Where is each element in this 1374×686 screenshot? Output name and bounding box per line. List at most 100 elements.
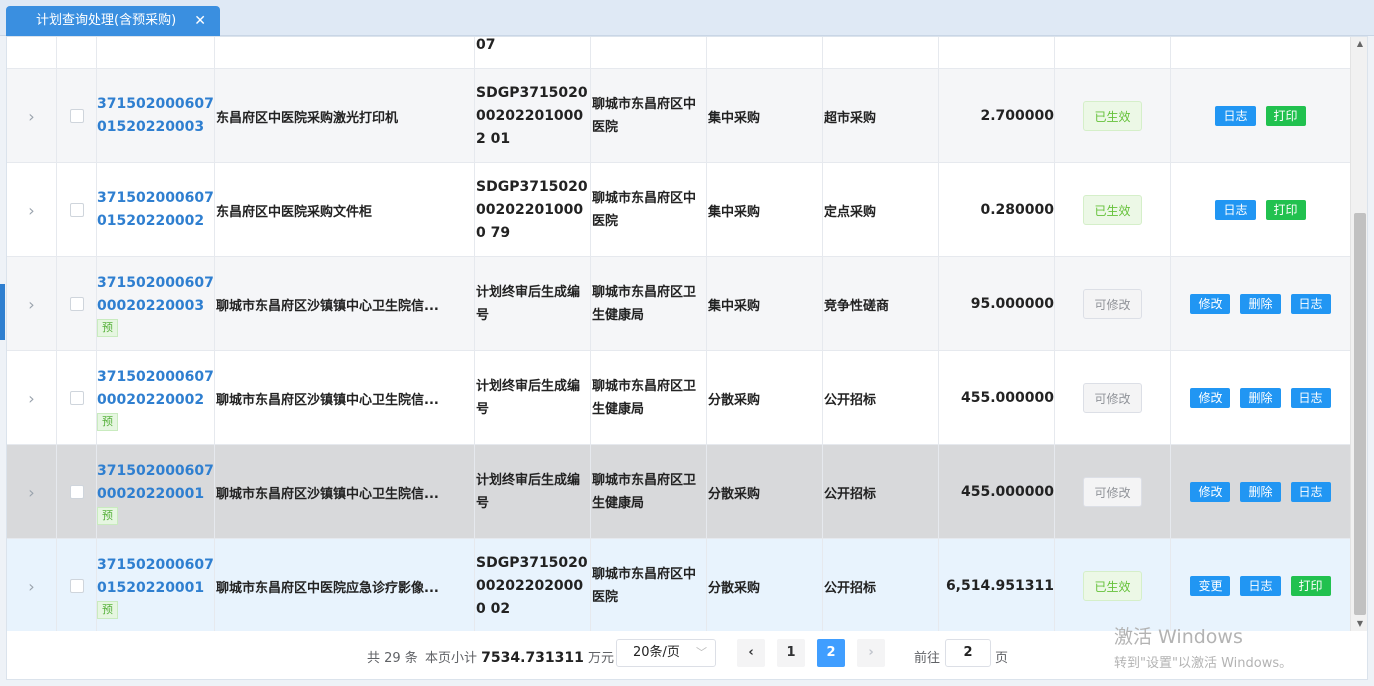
project-name: 聊城市东昌府区沙镇镇中心卫生院信... [215,351,475,445]
procurement-mode: 分散采购 [707,539,823,631]
code-part: 01520220004 [97,37,204,45]
code-part: 371502000607 [97,190,214,206]
page-size-value: 20条/页 [633,645,680,660]
plan-number: SDGP3715020002022020000 02 [475,539,591,631]
plan-code[interactable]: 371502000607 00020220001 预 [97,445,215,539]
pre-purchase-badge: 预 [97,600,118,619]
plan-code[interactable]: 01520220004 [97,37,215,69]
prev-page-button[interactable]: ‹ [737,639,765,667]
table-row[interactable]: › 371502000607 01520220001 预 聊城市东昌府区中医院应急诊疗影… [7,539,1350,631]
pre-purchase-badge: 预 [97,412,118,431]
table-row[interactable]: › 371502000607 01520220003 东昌府区中医院采购激光打印机 SD… [7,69,1350,163]
purchasing-unit: 聊城市东昌府区卫生健康局 [591,445,707,539]
row-checkbox-cell [57,163,97,257]
goto-label: 前往 [914,651,941,666]
op-button-日志[interactable]: 日志 [1215,106,1256,126]
expand-icon[interactable]: › [7,37,57,69]
status-cell [1055,37,1171,69]
procurement-method: 公开招标 [823,539,939,631]
table-row[interactable]: › 371502000607 00020220001 预 聊城市东昌府区沙镇镇中心卫生院… [7,445,1350,539]
status-badge: 已生效 [1083,101,1142,131]
table-row[interactable]: › 371502000607 00020220003 预 聊城市东昌府区沙镇镇中心卫生院… [7,257,1350,351]
expand-icon[interactable]: › [7,163,57,257]
plan-number: SDGP3715020002022010000 79 [475,163,591,257]
plan-number: SDGP3715020002022010002 01 [475,69,591,163]
row-checkbox[interactable] [69,391,84,405]
op-button-变更[interactable]: 变更 [1190,576,1231,596]
next-page-button[interactable]: › [857,639,885,667]
scroll-thumb[interactable] [1354,213,1366,615]
table-row-partial: › 01520220004 07 医院 [7,37,1350,69]
status-cell: 已生效 [1055,163,1171,257]
op-button-日志[interactable]: 日志 [1290,294,1331,314]
tab-plan-query[interactable]: 计划查询处理(含预采购) ✕ [6,6,220,36]
plan-number: 07 [475,37,591,69]
pre-purchase-badge: 预 [97,506,118,525]
op-button-打印[interactable]: 打印 [1290,576,1331,596]
expand-icon[interactable]: › [7,445,57,539]
plan-code[interactable]: 371502000607 01520220003 [97,69,215,163]
expand-icon[interactable]: › [7,257,57,351]
op-button-删除[interactable]: 删除 [1240,388,1281,408]
close-icon[interactable]: ✕ [194,6,206,36]
plan-code[interactable]: 371502000607 01520220001 预 [97,539,215,631]
procurement-method: 超市采购 [823,69,939,163]
amount: 455.000000 [939,351,1055,445]
procurement-mode: 集中采购 [707,69,823,163]
row-checkbox-cell [57,351,97,445]
code-part: 01520220001 [97,579,205,596]
op-button-日志[interactable]: 日志 [1240,576,1281,596]
page-button-1[interactable]: 1 [777,639,805,667]
plan-code[interactable]: 371502000607 00020220002 预 [97,351,215,445]
plan-code[interactable]: 371502000607 00020220003 预 [97,257,215,351]
procurement-method: 公开招标 [823,445,939,539]
op-button-修改[interactable]: 修改 [1190,294,1231,314]
procurement-mode: 分散采购 [707,445,823,539]
row-checkbox[interactable] [69,109,84,123]
table-panel: › 01520220004 07 医院 › 371502000607 0152022… [6,36,1368,680]
pre-purchase-badge: 预 [97,318,118,337]
page-button-2[interactable]: 2 [817,639,845,667]
row-checkbox[interactable] [69,297,84,311]
project-name: 聊城市东昌府区中医院应急诊疗影像... [215,539,475,631]
op-button-打印[interactable]: 打印 [1265,200,1306,220]
procurement-mode: 分散采购 [707,351,823,445]
expand-icon[interactable]: › [7,69,57,163]
row-checkbox[interactable] [69,485,84,499]
status-cell: 可修改 [1055,257,1171,351]
data-table: › 01520220004 07 医院 › 371502000607 0152022… [7,37,1350,631]
op-button-日志[interactable]: 日志 [1290,482,1331,502]
op-button-删除[interactable]: 删除 [1240,482,1281,502]
op-button-日志[interactable]: 日志 [1290,388,1331,408]
op-button-修改[interactable]: 修改 [1190,388,1231,408]
ops-cell: 修改 删除 日志 [1171,351,1350,445]
tab-bar: 计划查询处理(含预采购) ✕ [0,0,1374,36]
status-cell: 已生效 [1055,539,1171,631]
ops-cell: 日志 打印 [1171,163,1350,257]
code-part: 00020220001 [97,485,205,502]
plan-code[interactable]: 371502000607 01520220002 [97,163,215,257]
page-size-select[interactable]: 20条/页 ﹀ [616,639,716,667]
op-button-修改[interactable]: 修改 [1190,482,1231,502]
project-name: 东昌府区中医院采购激光打印机 [215,69,475,163]
op-button-删除[interactable]: 删除 [1240,294,1281,314]
expand-icon[interactable]: › [7,351,57,445]
row-checkbox-cell [57,445,97,539]
table-row[interactable]: › 371502000607 00020220002 预 聊城市东昌府区沙镇镇中心卫生院… [7,351,1350,445]
status-cell: 可修改 [1055,351,1171,445]
vertical-scrollbar[interactable]: ▲ ▼ [1350,37,1367,631]
expand-icon[interactable]: › [7,539,57,631]
row-checkbox[interactable] [69,579,84,593]
op-button-打印[interactable]: 打印 [1265,106,1306,126]
scroll-up-icon[interactable]: ▲ [1351,37,1367,51]
amount: 2.700000 [939,69,1055,163]
project-name [215,37,475,69]
goto-page-input[interactable]: 2 [945,639,991,667]
purchasing-unit: 聊城市东昌府区卫生健康局 [591,257,707,351]
row-checkbox[interactable] [69,203,84,217]
table-row[interactable]: › 371502000607 01520220002 东昌府区中医院采购文件柜 SDGP… [7,163,1350,257]
scroll-down-icon[interactable]: ▼ [1351,617,1367,631]
sidebar-collapse-handle[interactable] [0,284,5,340]
op-button-日志[interactable]: 日志 [1215,200,1256,220]
purchasing-unit: 聊城市东昌府区中医院 [591,163,707,257]
